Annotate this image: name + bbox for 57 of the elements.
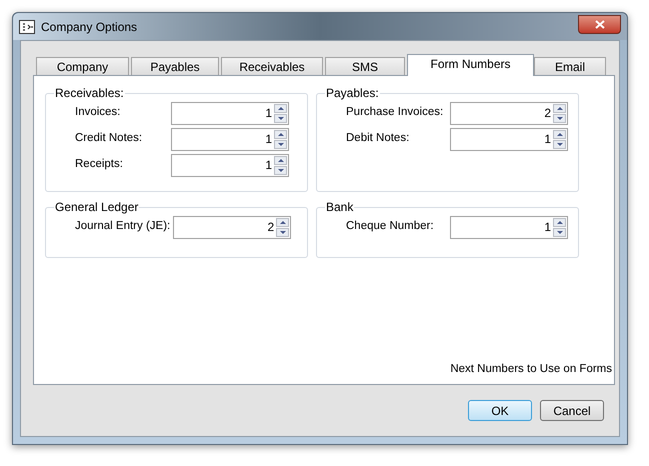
spin-up-button[interactable] xyxy=(274,130,287,138)
down-arrow-icon xyxy=(556,142,562,146)
down-arrow-icon xyxy=(278,142,284,146)
number-spinner[interactable]: 1 xyxy=(171,154,289,176)
up-arrow-icon xyxy=(556,220,562,224)
footer-note: Next Numbers to Use on Forms xyxy=(450,362,612,377)
up-arrow-icon xyxy=(556,106,562,110)
number-spinner[interactable]: 2 xyxy=(173,216,292,238)
group-title: General Ledger xyxy=(54,199,140,215)
down-arrow-icon xyxy=(278,116,284,120)
group-title: Payables: xyxy=(325,85,380,101)
tab[interactable]: Payables xyxy=(131,57,219,75)
app-icon xyxy=(19,20,35,34)
tab[interactable]: Email xyxy=(534,57,606,75)
down-arrow-icon xyxy=(280,230,286,234)
up-arrow-icon xyxy=(278,132,284,136)
field-label: Receipts: xyxy=(75,157,124,172)
spin-down-button[interactable] xyxy=(553,140,566,148)
tab[interactable]: Company xyxy=(36,57,129,75)
down-arrow-icon xyxy=(556,116,562,120)
up-arrow-icon xyxy=(280,220,286,224)
spin-down-button[interactable] xyxy=(553,228,566,236)
number-spinner[interactable]: 1 xyxy=(450,128,568,150)
field-label: Cheque Number: xyxy=(346,219,435,234)
number-spinner[interactable]: 1 xyxy=(171,102,289,124)
close-icon xyxy=(594,20,604,28)
spin-up-button[interactable] xyxy=(276,218,290,226)
window-title: Company Options xyxy=(41,18,138,36)
up-arrow-icon xyxy=(278,158,284,162)
spin-down-button[interactable] xyxy=(274,166,287,174)
field-label: Invoices: xyxy=(75,105,122,120)
tab[interactable]: Form Numbers xyxy=(407,54,534,76)
up-arrow-icon xyxy=(278,106,284,110)
down-arrow-icon xyxy=(278,168,284,172)
spin-down-button[interactable] xyxy=(274,114,287,122)
dialog-button[interactable]: OK xyxy=(468,400,532,421)
spin-up-button[interactable] xyxy=(274,104,287,112)
close-button[interactable] xyxy=(578,14,621,34)
spin-down-button[interactable] xyxy=(274,140,287,148)
tab[interactable]: Receivables xyxy=(221,57,323,75)
field-label: Debit Notes: xyxy=(346,131,410,146)
up-arrow-icon xyxy=(556,132,562,136)
number-spinner[interactable]: 1 xyxy=(450,216,568,238)
dialog-button[interactable]: Cancel xyxy=(540,400,604,421)
field-label: Purchase Invoices: xyxy=(346,105,444,120)
field-label: Credit Notes: xyxy=(75,131,144,146)
spin-down-button[interactable] xyxy=(276,228,290,236)
number-spinner[interactable]: 2 xyxy=(450,102,568,124)
spin-down-button[interactable] xyxy=(553,114,566,122)
field-label: Journal Entry (JE): xyxy=(75,219,172,234)
spin-up-button[interactable] xyxy=(553,218,566,226)
tab[interactable]: SMS xyxy=(325,57,405,75)
spin-up-button[interactable] xyxy=(553,130,566,138)
spin-up-button[interactable] xyxy=(274,156,287,164)
number-spinner[interactable]: 1 xyxy=(171,128,289,150)
spin-up-button[interactable] xyxy=(553,104,566,112)
down-arrow-icon xyxy=(556,230,562,234)
